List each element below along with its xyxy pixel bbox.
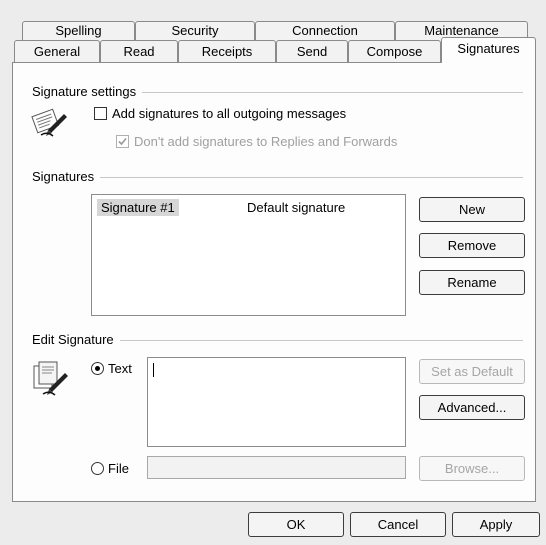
dont-add-replies-label[interactable]: Don't add signatures to Replies and Forw… [134,134,397,150]
text-option-label[interactable]: Text [108,361,132,377]
tab-spelling[interactable]: Spelling [22,21,135,41]
signature-text-area[interactable] [147,357,406,447]
signatures-panel: Signature settings Add signatures to all… [12,62,536,502]
tab-security[interactable]: Security [135,21,255,41]
file-option-radio[interactable] [91,462,104,475]
list-item[interactable]: Signature #1 Default signature [97,199,397,216]
tab-compose[interactable]: Compose [348,40,441,62]
dont-add-replies-checkbox[interactable] [116,135,129,148]
signatures-group-label: Signatures [32,169,101,185]
tab-connection[interactable]: Connection [255,21,395,41]
rename-signature-button[interactable]: Rename [419,270,525,295]
signature-settings-label: Signature settings [32,84,143,100]
browse-button[interactable]: Browse... [419,456,525,481]
signatures-divider [33,177,523,178]
tab-send[interactable]: Send [276,40,348,62]
add-signatures-label[interactable]: Add signatures to all outgoing messages [112,106,346,122]
cancel-button[interactable]: Cancel [350,512,446,537]
text-option-radio[interactable] [91,362,104,375]
tab-general[interactable]: General [14,40,100,62]
checkmark-icon [118,137,127,146]
add-signatures-checkbox[interactable] [94,107,107,120]
remove-signature-button[interactable]: Remove [419,233,525,258]
new-signature-button[interactable]: New [419,197,525,222]
file-option-label[interactable]: File [108,461,129,477]
ok-button[interactable]: OK [248,512,344,537]
tab-receipts[interactable]: Receipts [178,40,276,62]
edit-signature-label: Edit Signature [32,332,120,348]
file-path-field[interactable] [147,456,406,479]
tab-signatures[interactable]: Signatures [441,37,536,63]
signature-status: Default signature [247,200,346,215]
signature-name: Signature #1 [97,199,179,216]
edit-signature-pen-icon [31,360,71,398]
set-as-default-button[interactable]: Set as Default [419,359,525,384]
radio-selected-dot [95,366,100,371]
signature-pen-icon [31,105,69,139]
tab-read[interactable]: Read [100,40,178,62]
apply-button[interactable]: Apply [452,512,540,537]
text-cursor [153,363,154,377]
advanced-button[interactable]: Advanced... [419,395,525,420]
signatures-list[interactable]: Signature #1 Default signature [91,194,406,316]
